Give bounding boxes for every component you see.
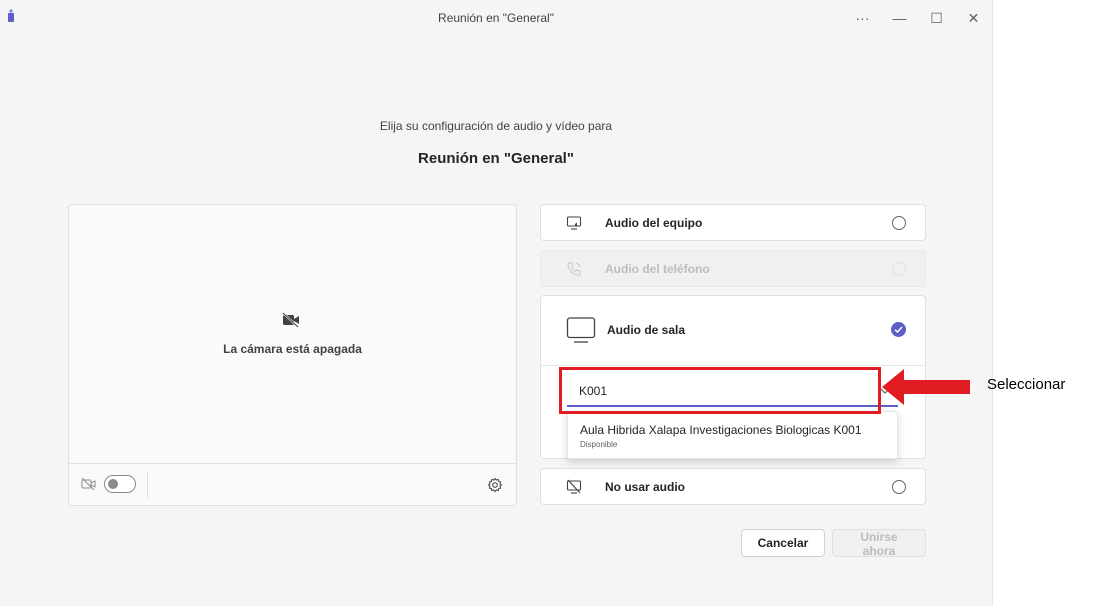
room-search-input[interactable] — [567, 377, 898, 407]
maximize-button[interactable]: ☐ — [918, 10, 955, 27]
meeting-window: Reunión en "General" ··· — ☐ ✕ Elija su … — [0, 0, 993, 606]
more-options-button[interactable]: ··· — [844, 10, 881, 26]
video-preview: La cámara está apagada — [69, 205, 516, 464]
window-title: Reunión en "General" — [438, 11, 554, 25]
controls-divider — [147, 471, 148, 498]
room-audio-label: Audio de sala — [607, 323, 686, 337]
room-suggestion-status: Disponible — [580, 440, 618, 449]
no-audio-option[interactable]: No usar audio — [540, 468, 926, 505]
video-controls — [69, 463, 516, 506]
minimize-button[interactable]: — — [881, 10, 918, 26]
toggle-knob — [108, 479, 118, 489]
phone-audio-label: Audio del teléfono — [605, 262, 710, 276]
room-suggestion-item[interactable]: Aula Hibrida Xalapa Investigaciones Biol… — [567, 411, 898, 459]
camera-off-message: La cámara está apagada — [223, 342, 362, 356]
no-audio-radio[interactable] — [892, 480, 906, 494]
header-subtitle: Elija su configuración de audio y vídeo … — [379, 119, 613, 133]
speaker-off-icon — [566, 479, 582, 494]
camera-off-icon — [282, 312, 299, 328]
room-suggestion-name: Aula Hibrida Xalapa Investigaciones Biol… — [580, 423, 862, 437]
join-now-button[interactable]: Unirse ahora — [832, 529, 926, 558]
meeting-title: Reunión en "General" — [418, 150, 574, 167]
phone-icon — [567, 262, 581, 276]
computer-audio-radio[interactable] — [892, 216, 906, 230]
window-controls: ··· — ☐ ✕ — [844, 0, 992, 36]
no-audio-label: No usar audio — [605, 480, 686, 494]
cancel-button[interactable]: Cancelar — [741, 529, 825, 557]
teams-icon — [8, 9, 14, 22]
camera-toggle[interactable] — [104, 475, 136, 493]
annotation-label: Seleccionar — [987, 376, 1066, 393]
title-bar: Reunión en "General" ··· — ☐ ✕ — [0, 0, 992, 36]
annotation-arrow-icon — [882, 369, 970, 405]
room-display-icon — [566, 317, 596, 343]
room-option-divider — [541, 365, 925, 366]
camera-off-icon — [81, 477, 96, 491]
gear-icon[interactable] — [487, 477, 503, 493]
phone-audio-radio — [892, 262, 906, 276]
computer-audio-label: Audio del equipo — [605, 216, 703, 230]
checkmark-circle-icon[interactable] — [891, 322, 906, 337]
video-preview-panel: La cámara está apagada — [68, 204, 517, 506]
computer-audio-option[interactable]: Audio del equipo — [540, 204, 926, 241]
phone-audio-option: Audio del teléfono — [540, 250, 926, 287]
close-button[interactable]: ✕ — [955, 10, 992, 27]
computer-speaker-icon — [566, 216, 582, 230]
